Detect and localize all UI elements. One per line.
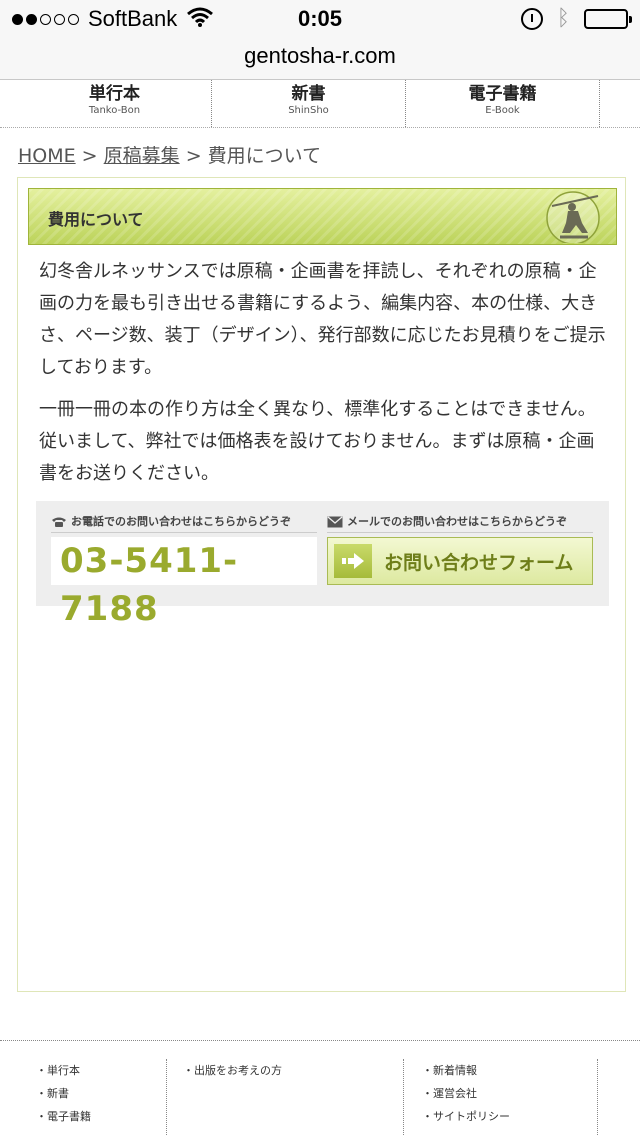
footer-link-tanko-bon[interactable]: 単行本 — [36, 1059, 166, 1082]
phone-caption-text: お電話でのお問い合わせはこちらからどうぞ — [71, 514, 291, 528]
status-icons: ᛒ — [520, 6, 632, 31]
footer-column-publishing: 出版をお考えの方 — [167, 1059, 404, 1136]
mail-contact: メールでのお問い合わせはこちらからどうぞ お問い合わせフォーム — [327, 511, 593, 585]
footer-link-site-policy[interactable]: サイトポリシー — [422, 1105, 597, 1128]
pricing-paragraph: 一冊一冊の本の作り方は全く異なり、標準化することはできません。従いまして、弊社で… — [39, 399, 596, 484]
footer-link-shinsho[interactable]: 新書 — [36, 1082, 166, 1105]
phone-icon — [51, 516, 67, 528]
footer-link-e-book[interactable]: 電子書籍 — [36, 1105, 166, 1128]
footer-link-company[interactable]: 運営会社 — [422, 1082, 597, 1105]
mail-caption: メールでのお問い合わせはこちらからどうぞ — [327, 511, 593, 533]
page-title: 費用について — [48, 210, 144, 229]
nav-label: 単行本 — [89, 84, 140, 104]
contact-form-label: お問い合わせフォーム — [384, 551, 574, 574]
top-nav: 単行本 Tanko-Bon 新書 ShinSho 電子書籍 E-Book — [0, 80, 640, 128]
alarm-icon — [520, 8, 543, 30]
breadcrumb-current: 費用について — [207, 145, 322, 167]
nav-sublabel: Tanko-Bon — [88, 105, 141, 116]
address-bar[interactable]: gentosha-r.com — [0, 40, 640, 80]
phone-number[interactable]: 03-5411-7188 — [51, 537, 317, 629]
breadcrumb-parent-link[interactable]: 原稿募集 — [104, 145, 180, 167]
contact-form-button[interactable]: お問い合わせフォーム — [327, 537, 593, 585]
footer-link-news[interactable]: 新着情報 — [422, 1059, 597, 1082]
footer-column-info: 新着情報 運営会社 サイトポリシー — [404, 1059, 598, 1136]
nav-tanko-bon[interactable]: 単行本 Tanko-Bon — [18, 80, 212, 127]
nav-e-book[interactable]: 電子書籍 E-Book — [406, 80, 600, 127]
samurai-emblem-icon — [542, 191, 604, 247]
phone-contact: お電話でのお問い合わせはこちらからどうぞ 03-5411-7188 — [51, 511, 317, 629]
url-text[interactable]: gentosha-r.com — [244, 43, 396, 68]
footer-link-publishing[interactable]: 出版をお考えの方 — [183, 1059, 403, 1082]
content-panel: 費用について 幻冬舎ルネッサンスでは原稿・企画書を拝読し、それぞれの原稿・企画の… — [17, 177, 626, 992]
nav-label: 電子書籍 — [468, 84, 537, 104]
footer-column-books: 単行本 新書 電子書籍 — [0, 1059, 167, 1136]
arrow-right-icon — [334, 544, 372, 578]
status-bar: SoftBank 0:05 ᛒ — [0, 0, 640, 40]
nav-shinsho[interactable]: 新書 ShinSho — [212, 80, 406, 127]
breadcrumb-separator: > — [179, 145, 208, 167]
nav-sublabel: ShinSho — [288, 105, 329, 116]
breadcrumb-home-link[interactable]: HOME — [18, 145, 76, 167]
battery-icon — [584, 9, 632, 29]
bluetooth-icon: ᛒ — [556, 6, 570, 31]
breadcrumb: HOME > 原稿募集 > 費用について — [18, 141, 321, 168]
intro-paragraph: 幻冬舎ルネッサンスでは原稿・企画書を拝読し、それぞれの原稿・企画の力を最も引き出… — [39, 261, 606, 378]
section-heading-bar: 費用について — [28, 188, 617, 245]
nav-label: 新書 — [291, 84, 326, 104]
phone-caption: お電話でのお問い合わせはこちらからどうぞ — [51, 511, 317, 533]
nav-sublabel: E-Book — [485, 105, 520, 116]
mail-icon — [327, 516, 343, 528]
mail-caption-text: メールでのお問い合わせはこちらからどうぞ — [347, 514, 567, 528]
breadcrumb-separator: > — [75, 145, 104, 167]
footer: 単行本 新書 電子書籍 出版をお考えの方 新着情報 運営会社 サイトポリシー — [0, 1040, 640, 1136]
contact-box: お電話でのお問い合わせはこちらからどうぞ 03-5411-7188 メールでのお… — [36, 501, 609, 629]
